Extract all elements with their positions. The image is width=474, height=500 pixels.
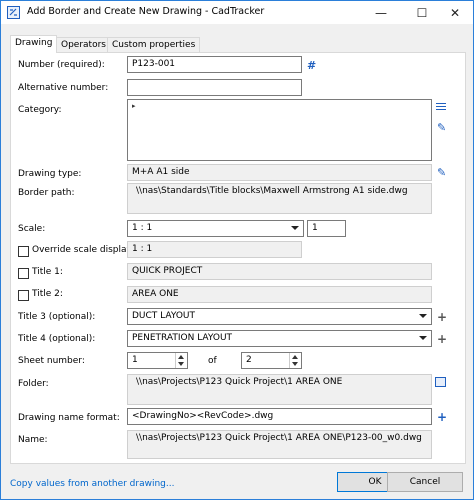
chevron-down-icon (419, 336, 427, 340)
name-format-input[interactable]: <DrawingNo><RevCode>.dwg (127, 408, 432, 425)
title4-select-value: PENETRATION LAYOUT (132, 333, 233, 343)
folder-label: Folder: (18, 379, 49, 389)
spin-down-icon[interactable] (292, 362, 298, 366)
chevron-down-icon (419, 314, 427, 318)
spin-up-icon[interactable] (178, 355, 184, 359)
dialog-window: Add Border and Create New Drawing - CadT… (0, 0, 474, 500)
title2-checkbox[interactable] (18, 290, 29, 301)
copy-values-link[interactable]: Copy values from another drawing... (10, 479, 174, 489)
tab-custom-properties[interactable]: Custom properties (107, 37, 201, 52)
alt-number-input[interactable] (127, 79, 302, 96)
title3-select[interactable]: DUCT LAYOUT (127, 308, 432, 325)
tab-drawing[interactable]: Drawing (10, 35, 58, 53)
spin-down-icon[interactable] (178, 362, 184, 366)
window-title: Add Border and Create New Drawing - CadT… (27, 6, 265, 17)
number-input[interactable]: P123-001 (127, 56, 302, 73)
override-scale-label: Override scale display: (32, 245, 135, 255)
title4-select[interactable]: PENETRATION LAYOUT (127, 330, 432, 347)
drawing-type-field: M+A A1 side (127, 164, 432, 181)
override-scale-field: 1 : 1 (127, 241, 302, 258)
category-edit-icon[interactable]: ✎ (437, 121, 446, 134)
category-label: Category: (18, 105, 62, 115)
title1-label: Title 1: (32, 267, 63, 277)
tab-operators[interactable]: Operators (56, 37, 111, 52)
name-format-label: Drawing name format: (18, 413, 120, 423)
title1-field: QUICK PROJECT (127, 263, 432, 280)
maximize-icon[interactable]: ☐ (404, 1, 440, 24)
minimize-icon[interactable]: — (363, 1, 399, 24)
sheet-total-value: 2 (246, 355, 252, 365)
title3-label: Title 3 (optional): (18, 312, 96, 322)
category-tree[interactable]: ▸ (127, 99, 432, 161)
folder-field: \\nas\Projects\P123 Quick Project\1 AREA… (127, 374, 432, 405)
name-format-add-icon[interactable]: + (437, 411, 447, 423)
sheet-number-value: 1 (132, 355, 138, 365)
border-path-field: \\nas\Standards\Title blocks\Maxwell Arm… (127, 183, 432, 214)
of-label: of (208, 356, 217, 366)
sheet-number-label: Sheet number: (18, 356, 85, 366)
drawing-type-label: Drawing type: (18, 169, 82, 179)
sheet-total-stepper[interactable]: 2 (241, 352, 302, 369)
alt-number-label: Alternative number: (18, 83, 109, 93)
override-scale-checkbox[interactable] (18, 246, 29, 257)
name-label: Name: (18, 435, 48, 445)
hash-icon[interactable]: # (307, 59, 316, 72)
tree-expand-icon[interactable]: ▸ (132, 102, 136, 110)
title3-add-icon[interactable]: + (437, 311, 447, 323)
title4-label: Title 4 (optional): (18, 334, 96, 344)
title1-checkbox[interactable] (18, 268, 29, 279)
title4-add-icon[interactable]: + (437, 333, 447, 345)
scale-factor-input[interactable]: 1 (307, 220, 346, 237)
chevron-down-icon (291, 226, 299, 230)
folder-edit-icon[interactable] (435, 377, 446, 387)
drawing-type-edit-icon[interactable]: ✎ (437, 166, 446, 179)
app-icon (7, 6, 20, 19)
name-field: \\nas\Projects\P123 Quick Project\1 AREA… (127, 430, 432, 459)
category-list-icon[interactable] (436, 103, 446, 112)
scale-select-value: 1 : 1 (132, 223, 153, 233)
sheet-number-stepper[interactable]: 1 (127, 352, 188, 369)
number-label: Number (required): (18, 60, 105, 70)
title-bar: Add Border and Create New Drawing - CadT… (1, 1, 473, 24)
scale-select[interactable]: 1 : 1 (127, 220, 304, 237)
border-path-label: Border path: (18, 188, 75, 198)
cancel-button[interactable]: Cancel (387, 472, 463, 492)
close-icon[interactable]: ✕ (437, 1, 473, 24)
title2-field: AREA ONE (127, 286, 432, 303)
spin-up-icon[interactable] (292, 355, 298, 359)
title2-label: Title 2: (32, 289, 63, 299)
title3-select-value: DUCT LAYOUT (132, 311, 196, 321)
scale-label: Scale: (18, 224, 46, 234)
